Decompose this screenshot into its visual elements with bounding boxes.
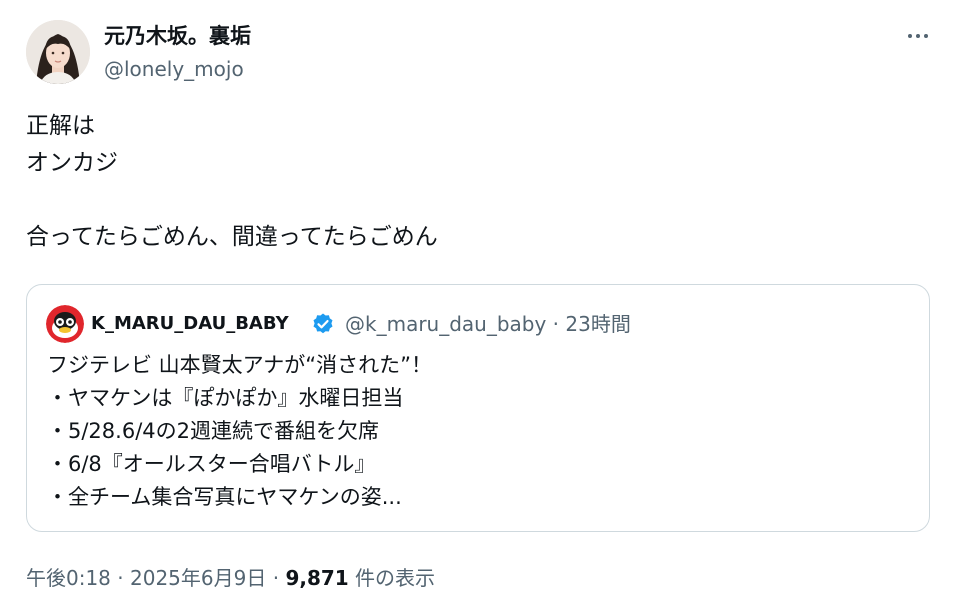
verified-badge-icon bbox=[313, 313, 333, 334]
footer-separator: · bbox=[266, 566, 286, 590]
quoted-line: フジテレビ 山本賢太アナが“消された”！ bbox=[47, 353, 433, 377]
quoted-tweet-card[interactable]: K_MARU_DAU_BABY @k_maru_dau_baby · 23時間 … bbox=[26, 284, 930, 532]
tweet-footer: 午後0:18 · 2025年6月9日 · 9,871 件の表示 bbox=[26, 564, 435, 592]
quoted-time[interactable]: 23時間 bbox=[565, 312, 630, 336]
quoted-line: ・ヤマケンは『ぽかぽか』水曜日担当 bbox=[47, 386, 404, 410]
more-horizontal-icon bbox=[916, 34, 920, 38]
quoted-meta: @k_maru_dau_baby · 23時間 bbox=[345, 310, 631, 338]
quoted-line: ・5/28.6/4の2週連続で番組を欠席 bbox=[47, 419, 379, 443]
tweet-line bbox=[26, 182, 926, 219]
meta-separator: · bbox=[546, 312, 566, 336]
views-label: 件の表示 bbox=[348, 566, 436, 590]
avatar-image bbox=[26, 20, 90, 84]
tweet-text: 正解は オンカジ 合ってたらごめん、間違ってたらごめん bbox=[26, 108, 926, 256]
tweet-line: 合ってたらごめん、間違ってたらごめん bbox=[26, 224, 438, 250]
footer-separator: · bbox=[110, 566, 130, 590]
quoted-author-avatar bbox=[46, 305, 84, 343]
post-time[interactable]: 午後0:18 bbox=[26, 566, 111, 590]
quoted-author-handle: @k_maru_dau_baby bbox=[345, 312, 547, 336]
author-handle[interactable]: @lonely_mojo bbox=[104, 56, 244, 82]
quoted-tweet-text: フジテレビ 山本賢太アナが“消された”！ ・ヤマケンは『ぽかぽか』水曜日担当 ・… bbox=[47, 349, 907, 514]
views-count: 9,871 bbox=[285, 566, 349, 590]
more-horizontal-icon bbox=[924, 34, 928, 38]
more-options-button[interactable] bbox=[898, 22, 938, 50]
author-avatar[interactable] bbox=[26, 20, 90, 84]
mascot-icon bbox=[46, 305, 84, 343]
quoted-author-name: K_MARU_DAU_BABY bbox=[91, 313, 289, 334]
post-date[interactable]: 2025年6月9日 bbox=[130, 566, 266, 590]
author-display-name[interactable]: 元乃木坂。裏垢 bbox=[104, 22, 251, 50]
quoted-line: ・全チーム集合写真にヤマケンの姿... bbox=[47, 485, 402, 509]
tweet-line: 正解は bbox=[26, 113, 95, 139]
more-horizontal-icon bbox=[908, 34, 912, 38]
quoted-line: ・6/8『オールスター合唱バトル』 bbox=[47, 452, 376, 476]
tweet-line: オンカジ bbox=[26, 150, 118, 176]
